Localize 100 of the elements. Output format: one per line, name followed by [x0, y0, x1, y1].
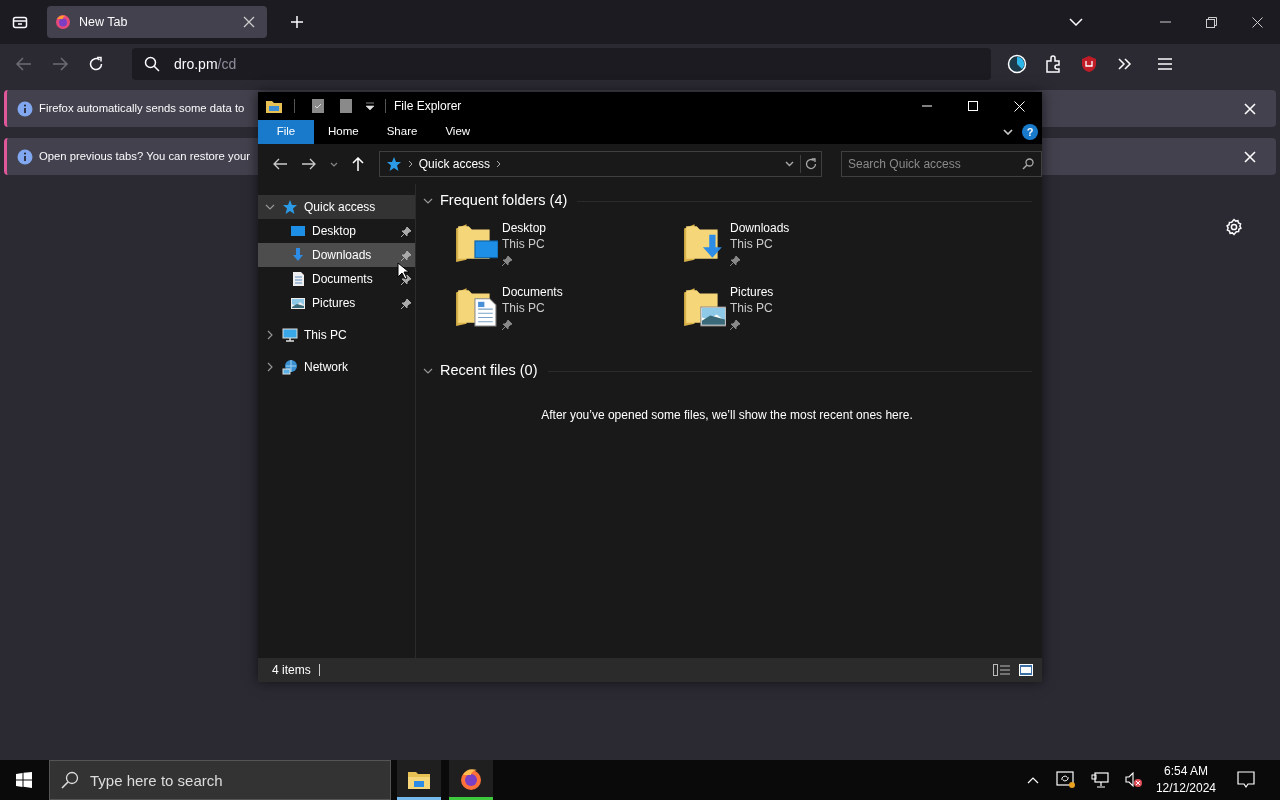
nav-item[interactable]: This PC	[258, 323, 415, 347]
dropdown-icon	[366, 102, 374, 110]
view-button[interactable]	[992, 661, 1012, 679]
double-chevron-icon	[1118, 58, 1132, 70]
settings-icon	[1225, 218, 1243, 236]
chevron-down-icon	[1069, 18, 1083, 26]
star-icon	[282, 199, 298, 215]
nav-item[interactable]: Downloads	[258, 243, 415, 267]
item-count: 4 items	[272, 662, 311, 679]
nav-item[interactable]: Desktop	[258, 219, 415, 243]
browser-tab[interactable]: New Tab	[47, 6, 267, 38]
folder-name[interactable]: Documents	[502, 284, 563, 300]
shield-icon	[1080, 55, 1098, 73]
back-arrow-icon	[16, 57, 32, 71]
search-icon	[144, 56, 160, 72]
speaker-muted-icon	[1124, 772, 1143, 788]
forward-arrow-icon	[52, 57, 68, 71]
windows-logo-icon	[16, 772, 32, 788]
chevron-down-icon	[330, 161, 339, 167]
ribbon-tab[interactable]: Share	[372, 120, 432, 144]
info-icon	[17, 148, 33, 165]
nav-item[interactable]: Network	[258, 355, 415, 379]
pin-icon	[401, 226, 411, 237]
ribbon-tab[interactable]: Home	[314, 120, 373, 144]
help-button[interactable]: ?	[1022, 124, 1038, 140]
minimize-icon	[1159, 21, 1171, 23]
close-icon	[1251, 16, 1263, 28]
expand-chevron-icon	[265, 204, 275, 210]
star-icon	[385, 156, 402, 172]
notification-icon	[1237, 771, 1255, 789]
breadcrumb-chevron-icon	[496, 160, 502, 168]
pin-icon	[502, 255, 512, 266]
network-icon	[1090, 772, 1109, 788]
folder-name[interactable]: Downloads	[730, 220, 790, 236]
minimize-icon	[922, 105, 932, 107]
document-icon	[290, 271, 306, 287]
gauge-icon	[1007, 54, 1027, 74]
restore-icon	[1205, 16, 1217, 28]
ribbon-tab[interactable]: View	[431, 120, 485, 144]
notification-text: Firefox automatically sends some data to	[39, 101, 245, 117]
collapse-chevron-icon	[267, 362, 273, 372]
puzzle-icon	[1045, 55, 1061, 73]
section-header[interactable]: Recent files (0)	[440, 360, 538, 382]
address-bar[interactable]: Quick access	[378, 151, 822, 177]
folder-name[interactable]: Pictures	[730, 284, 774, 300]
taskbar-app[interactable]	[449, 760, 493, 800]
nav-item[interactable]: Pictures	[258, 291, 415, 315]
caret-up-icon	[1026, 776, 1039, 784]
computer-icon	[282, 327, 298, 343]
breadcrumb-chevron-icon	[407, 160, 413, 168]
taskbar-search-field[interactable]: Type here to search	[49, 760, 391, 800]
close-icon	[1244, 150, 1256, 163]
collapse-chevron-icon	[267, 330, 273, 340]
nav-item[interactable]: Quick access	[258, 195, 415, 219]
address-field[interactable]: dro.pm/cd	[132, 48, 991, 80]
clock-date: 12/12/2024	[1155, 780, 1216, 797]
chevron-down-icon	[1003, 129, 1013, 135]
reload-icon	[88, 56, 104, 72]
folder-icon	[266, 99, 282, 113]
search-icon	[1022, 158, 1034, 170]
expand-chevron-icon	[423, 198, 433, 204]
empty-message: After you’ve opened some files, we’ll show the most recent ones here.	[541, 408, 913, 422]
info-icon	[17, 100, 33, 117]
download-icon	[290, 247, 306, 263]
pin-icon	[401, 250, 411, 261]
pin-icon	[502, 319, 512, 330]
folder-location: This PC	[502, 236, 546, 252]
browser-logo-icon	[55, 14, 71, 30]
chevron-down-icon[interactable]	[785, 161, 794, 167]
breadcrumb-item[interactable]: Quick access	[418, 155, 491, 173]
plus-icon	[290, 15, 304, 29]
window-title: File Explorer	[394, 98, 462, 115]
ribbon-tab[interactable]: File	[258, 120, 314, 144]
checklist-icon	[312, 99, 324, 113]
clock-time: 6:54 AM	[1163, 763, 1208, 780]
forward-arrow-icon	[302, 158, 317, 170]
refresh-icon[interactable]	[805, 158, 817, 170]
mouse-pointer-icon	[397, 262, 409, 280]
expand-chevron-icon	[423, 368, 433, 374]
document-icon	[340, 99, 352, 113]
close-icon	[1013, 100, 1025, 112]
back-arrow-icon	[272, 158, 287, 170]
view-button[interactable]	[1016, 661, 1036, 679]
section-header[interactable]: Frequent folders (4)	[440, 190, 568, 212]
taskbar-app[interactable]	[397, 760, 441, 800]
pin-icon	[401, 274, 411, 285]
desktop-icon	[290, 223, 306, 239]
close-icon	[243, 16, 255, 28]
notification-text: Open previous tabs? You can restore your	[39, 149, 250, 165]
details-view-icon	[993, 664, 1011, 676]
browser-logo-icon	[459, 766, 483, 791]
url-text: dro.pm/cd	[174, 54, 237, 74]
monitor-sync-icon	[1055, 771, 1076, 789]
folder-location: This PC	[730, 236, 774, 252]
pin-icon	[730, 255, 740, 266]
pin-icon	[730, 319, 740, 330]
search-field[interactable]: Search Quick access	[841, 151, 1042, 177]
close-icon	[1244, 102, 1256, 115]
folder-name[interactable]: Desktop	[502, 220, 547, 236]
folder-location: This PC	[730, 300, 774, 316]
